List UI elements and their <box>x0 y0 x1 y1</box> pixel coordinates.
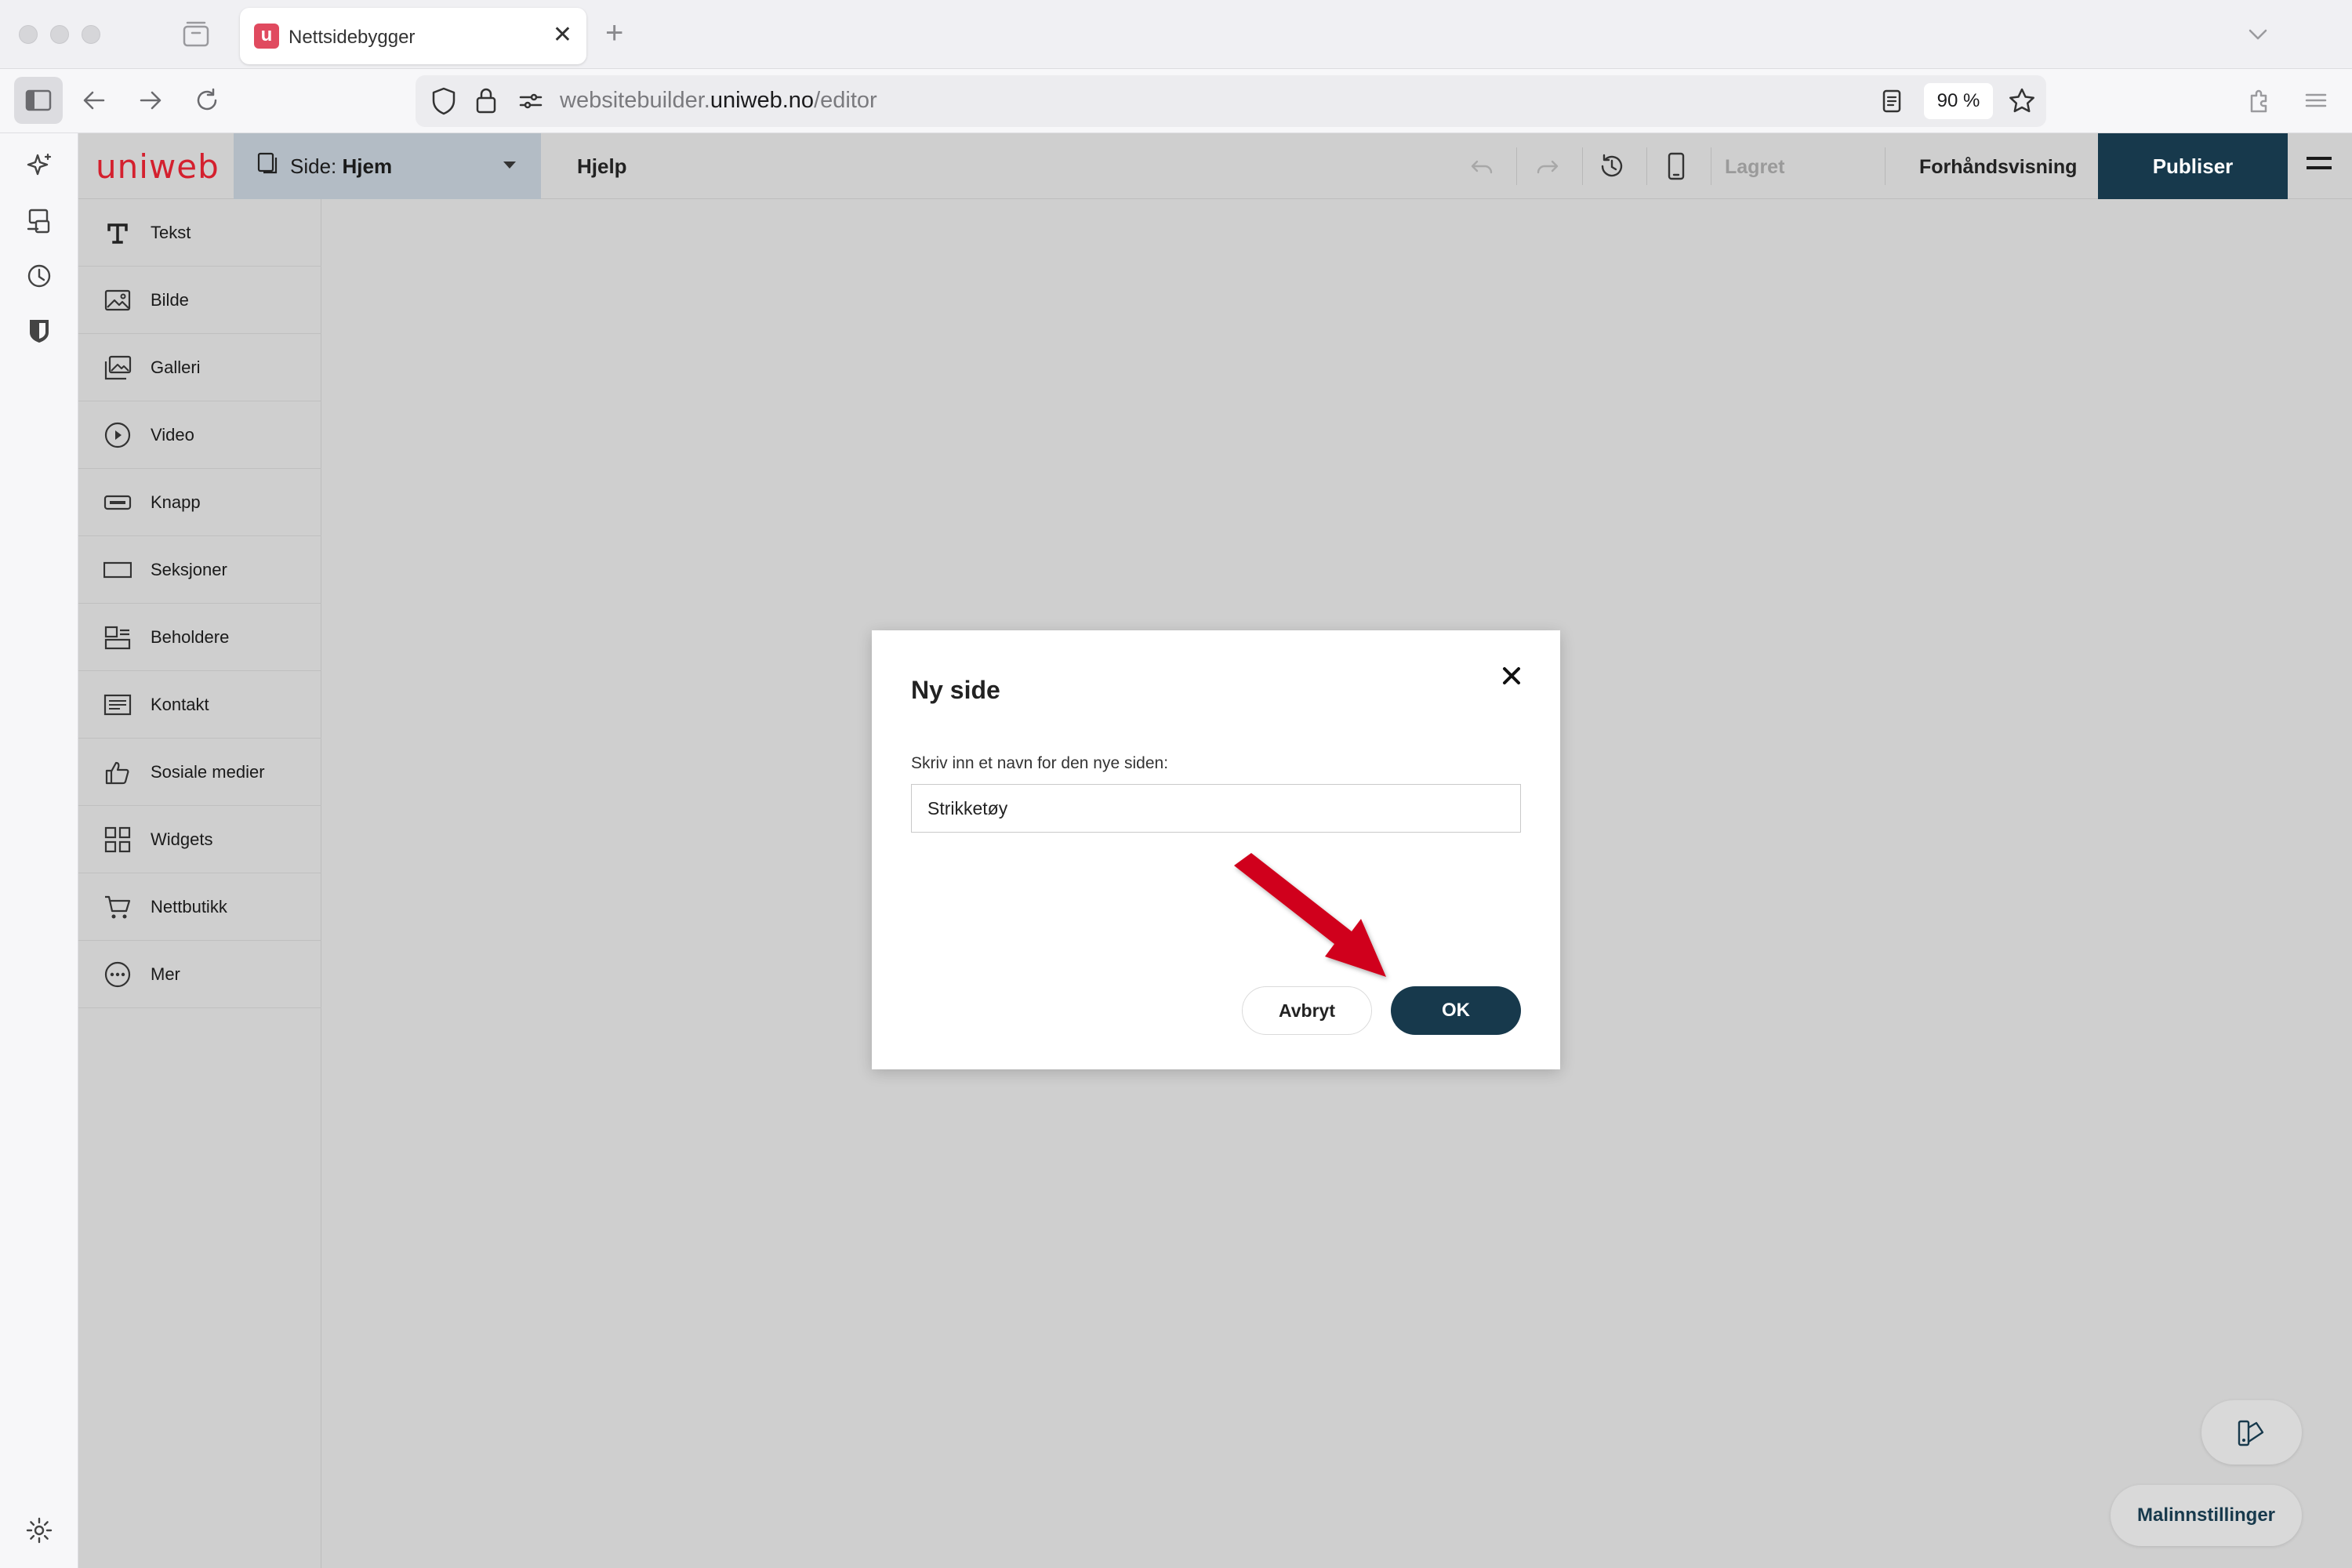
design-settings-button[interactable] <box>2201 1400 2302 1465</box>
element-item-label: Sosiale medier <box>151 762 265 782</box>
page-name-label: Skriv inn et navn for den nye siden: <box>911 754 1169 772</box>
element-item-sections[interactable]: Seksjoner <box>78 536 321 604</box>
history-icon[interactable] <box>24 260 55 292</box>
element-item-label: Widgets <box>151 829 213 849</box>
element-item-label: Seksjoner <box>151 560 227 579</box>
menu-icon[interactable] <box>2307 157 2332 176</box>
shield-icon[interactable] <box>430 86 458 116</box>
editor-header: uniweb Side: Hjem Hjelp Lagret Forhåndsv… <box>78 133 2352 199</box>
page-selector[interactable]: Side: Hjem <box>234 133 541 199</box>
gear-icon[interactable] <box>24 1515 55 1546</box>
lock-icon[interactable] <box>474 85 499 116</box>
element-item-webshop[interactable]: Nettbutikk <box>78 873 321 941</box>
browser-tab[interactable]: u Nettsidebygger ✕ <box>240 8 586 64</box>
template-settings-button[interactable]: Malinnstillinger <box>2111 1485 2302 1546</box>
element-item-label: Kontakt <box>151 695 209 714</box>
divider <box>1885 147 1886 185</box>
history-icon[interactable] <box>1596 151 1628 182</box>
new-tab-icon[interactable]: + <box>605 17 623 49</box>
site-settings-icon[interactable] <box>517 88 544 114</box>
publish-button[interactable]: Publiser <box>2098 133 2288 199</box>
cart-icon <box>105 895 131 919</box>
caret-down-icon <box>503 162 516 169</box>
browser-sidebar <box>0 133 78 1568</box>
more-icon <box>104 961 131 988</box>
bitwarden-icon[interactable] <box>24 315 55 347</box>
widgets-icon <box>104 826 131 853</box>
browser-tab-bar: u Nettsidebygger ✕ + <box>0 0 2352 69</box>
forward-arrow-icon[interactable] <box>135 85 166 116</box>
element-item-label: Knapp <box>151 492 201 512</box>
element-item-label: Bilde <box>151 290 189 310</box>
element-item-button[interactable]: Knapp <box>78 469 321 536</box>
element-item-label: Tekst <box>151 223 191 242</box>
star-icon[interactable] <box>2007 86 2037 116</box>
element-item-gallery[interactable]: Galleri <box>78 334 321 401</box>
element-item-text[interactable]: Tekst <box>78 199 321 267</box>
image-icon <box>104 289 131 311</box>
element-item-social[interactable]: Sosiale medier <box>78 739 321 806</box>
element-item-label: Nettbutikk <box>151 897 227 916</box>
video-icon <box>104 422 131 448</box>
element-item-more[interactable]: Mer <box>78 941 321 1008</box>
tab-close-icon[interactable]: ✕ <box>553 22 572 49</box>
element-item-label: Mer <box>151 964 180 984</box>
address-bar[interactable]: websitebuilder.uniweb.no/editor 90 % <box>416 75 2046 127</box>
redo-icon[interactable] <box>1532 151 1563 182</box>
dialog-title: Ny side <box>911 676 1000 704</box>
sparkle-icon[interactable] <box>24 151 55 182</box>
extensions-icon[interactable] <box>2244 85 2275 116</box>
window-zoom-button[interactable] <box>82 25 100 44</box>
tab-groups-icon[interactable] <box>182 20 210 47</box>
element-item-containers[interactable]: Beholdere <box>78 604 321 671</box>
page-selector-label: Side: Hjem <box>290 154 393 178</box>
divider <box>1516 147 1517 185</box>
element-panel: Tekst Bilde Galleri Video Knapp Seksjone… <box>78 199 321 1568</box>
element-item-label: Galleri <box>151 358 201 377</box>
gallery-icon <box>104 355 132 380</box>
save-status: Lagret <box>1725 156 1785 178</box>
preview-button[interactable]: Forhåndsvisning <box>1919 156 2077 179</box>
sidebar-toggle-button[interactable] <box>14 77 63 124</box>
close-icon[interactable] <box>1499 663 1524 688</box>
favicon-icon: u <box>254 24 279 49</box>
page-name-input[interactable] <box>911 784 1521 833</box>
tab-title: Nettsidebygger <box>289 27 416 48</box>
mobile-view-icon[interactable] <box>1661 151 1692 182</box>
pages-icon <box>257 152 278 174</box>
uniweb-logo[interactable]: uniweb <box>96 147 220 186</box>
element-item-image[interactable]: Bilde <box>78 267 321 334</box>
container-icon <box>104 626 131 650</box>
text-icon <box>107 223 128 244</box>
element-item-widgets[interactable]: Widgets <box>78 806 321 873</box>
annotation-arrow <box>1234 853 1386 977</box>
button-icon <box>103 495 132 510</box>
divider <box>1646 147 1647 185</box>
synced-tabs-icon[interactable] <box>24 205 55 237</box>
browser-nav-bar: websitebuilder.uniweb.no/editor 90 % <box>0 69 2352 133</box>
contact-form-icon <box>103 694 132 716</box>
help-link[interactable]: Hjelp <box>577 154 627 179</box>
paint-swatch-icon <box>2238 1420 2264 1446</box>
undo-icon[interactable] <box>1466 151 1497 182</box>
zoom-level[interactable]: 90 % <box>1924 83 1993 119</box>
url-text: websitebuilder.uniweb.no/editor <box>560 88 877 113</box>
thumbs-up-icon <box>105 761 129 785</box>
element-item-label: Video <box>151 425 194 445</box>
sidebar-icon <box>25 89 52 111</box>
window-close-button[interactable] <box>19 25 38 44</box>
element-item-label: Beholdere <box>151 627 230 647</box>
app-menu-icon[interactable] <box>2300 85 2332 116</box>
section-icon <box>103 561 132 579</box>
chevron-down-icon[interactable] <box>2244 20 2272 49</box>
reload-icon[interactable] <box>191 85 223 116</box>
element-item-video[interactable]: Video <box>78 401 321 469</box>
divider <box>1582 147 1583 185</box>
reader-view-icon[interactable] <box>1878 88 1905 114</box>
back-arrow-icon[interactable] <box>78 85 110 116</box>
element-item-contact[interactable]: Kontakt <box>78 671 321 739</box>
window-minimize-button[interactable] <box>50 25 69 44</box>
